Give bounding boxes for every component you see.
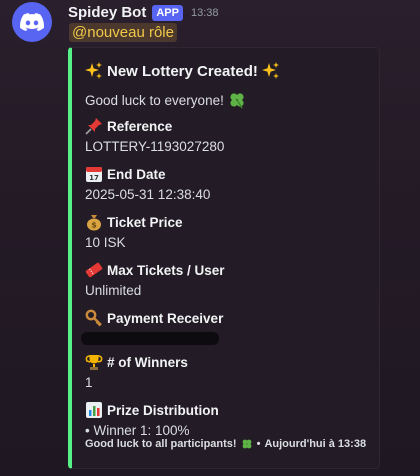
field-end-date-value: 2025-05-31 12:38:40: [85, 187, 211, 202]
sparkles-icon: [261, 62, 280, 80]
field-reference: Reference LOTTERY-1193027280: [85, 116, 367, 157]
embed-footer: Good luck to all participants! • Aujourd…: [85, 438, 366, 450]
bot-username[interactable]: Spidey Bot: [68, 4, 146, 21]
field-winners: # of Winners 1: [85, 352, 367, 393]
role-mention[interactable]: @nouveau rôle: [69, 23, 177, 42]
field-reference-value: LOTTERY-1193027280: [85, 139, 225, 154]
trophy-icon: [85, 353, 103, 371]
field-max-tickets-value: Unlimited: [85, 283, 142, 298]
field-winners-value: 1: [85, 375, 93, 390]
app-badge: APP: [152, 4, 183, 21]
field-end-date-name: End Date: [107, 166, 166, 182]
bot-avatar[interactable]: [12, 2, 52, 42]
message-timestamp[interactable]: 13:38: [191, 7, 219, 19]
embed-description-text: Good luck to everyone!: [85, 92, 224, 108]
field-max-tickets-name: Max Tickets / User: [107, 262, 225, 278]
calendar-icon: 17: [85, 165, 103, 183]
money-bag-icon: $: [85, 213, 103, 231]
message-header: Spidey Bot APP 13:38: [68, 4, 219, 21]
ticket-icon: [85, 261, 103, 279]
field-reference-name: Reference: [107, 118, 173, 134]
field-ticket-price: $ Ticket Price 10 ISK: [85, 212, 367, 253]
field-max-tickets: Max Tickets / User Unlimited: [85, 260, 367, 301]
footer-time[interactable]: Aujourd'hui à 13:38: [264, 438, 366, 450]
sparkles-icon: [85, 62, 103, 80]
embed-title: New Lottery Created!: [85, 58, 367, 84]
field-ticket-price-name: Ticket Price: [107, 214, 183, 230]
discord-logo-icon: [20, 13, 44, 31]
field-winners-name: # of Winners: [107, 354, 188, 370]
embed-description: Good luck to everyone!: [85, 91, 367, 109]
field-payment-receiver-name: Payment Receiver: [107, 310, 224, 326]
four-leaf-clover-icon: [241, 438, 253, 450]
lottery-embed: New Lottery Created! Good luck to everyo…: [68, 47, 380, 469]
field-ticket-price-value: 10 ISK: [85, 235, 126, 250]
svg-text:17: 17: [89, 174, 99, 182]
bar-chart-icon: [85, 401, 103, 419]
footer-separator: •: [256, 438, 261, 450]
field-end-date: 17 End Date 2025-05-31 12:38:40: [85, 164, 367, 205]
field-prize-distribution-name: Prize Distribution: [107, 402, 219, 418]
field-payment-receiver: Payment Receiver: [81, 308, 367, 345]
redacted-value: [81, 332, 219, 345]
key-icon: [85, 309, 103, 327]
embed-title-text: New Lottery Created!: [107, 62, 258, 80]
footer-text: Good luck to all participants!: [85, 438, 237, 450]
four-leaf-clover-icon: [228, 91, 246, 109]
pushpin-icon: [85, 117, 103, 135]
svg-text:$: $: [91, 221, 97, 230]
field-prize-distribution: Prize Distribution • Winner 1: 100%: [85, 400, 367, 441]
